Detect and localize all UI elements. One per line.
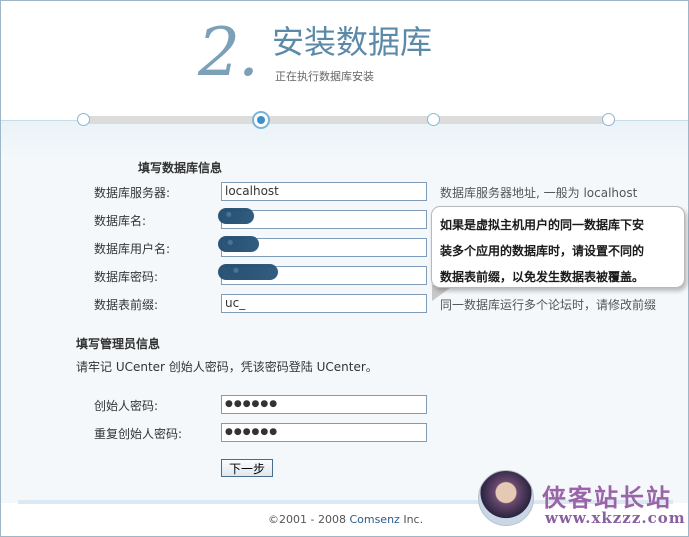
tooltip-line: 数据表前缀，以免发生数据表被覆盖。 [440,270,645,284]
copyright-brand: Comsenz [349,513,400,526]
copyright: ©2001 - 2008 Comsenz Inc. [268,513,423,526]
step-1-indicator [77,113,90,126]
copyright-suffix: Inc. [399,513,424,526]
confirm-password-label: 重复创始人密码: [94,427,183,441]
redaction-mark [218,208,254,224]
tooltip-line: 装多个应用的数据库时，请设置不同的 [440,244,645,258]
redaction-mark [218,236,259,252]
table-prefix-hint: 同一数据库运行多个论坛时，请修改前缀 [440,298,657,312]
table-prefix-tooltip: 如果是虚拟主机用户的同一数据库下安 装多个应用的数据库时，请设置不同的 数据表前… [431,206,685,288]
tooltip-line: 如果是虚拟主机用户的同一数据库下安 [440,218,645,232]
step-number: 2. [198,14,259,91]
step-4-indicator [602,113,615,126]
redaction-mark [218,264,278,280]
db-server-hint: 数据库服务器地址, 一般为 localhost [440,186,638,200]
db-server-label: 数据库服务器: [94,186,171,200]
table-prefix-label: 数据表前缀: [94,298,159,312]
step-2-indicator-active [252,111,270,129]
next-step-button[interactable]: 下一步 [221,459,273,477]
db-server-input[interactable]: localhost [221,182,427,201]
watermark-logo [478,470,534,526]
db-name-label: 数据库名: [94,214,147,228]
step-3-indicator [427,113,440,126]
copyright-prefix: ©2001 - 2008 [268,513,350,526]
admin-note: 请牢记 UCenter 创始人密码，凭该密码登陆 UCenter。 [76,360,378,374]
watermark-title: 侠客站长站 [542,483,672,512]
table-prefix-input[interactable]: uc_ [221,294,427,313]
watermark-url: www.xkzzz.com [545,509,686,527]
db-password-label: 数据库密码: [94,270,159,284]
founder-password-input[interactable]: ●●●●●● [221,395,427,414]
admin-section-title: 填写管理员信息 [76,337,161,351]
page-title: 安装数据库 [272,23,433,61]
founder-password-label: 创始人密码: [94,399,159,413]
db-section-title: 填写数据库信息 [138,161,223,175]
db-user-label: 数据库用户名: [94,242,171,256]
page-subtitle: 正在执行数据库安装 [275,70,374,83]
progress-track [82,116,610,124]
confirm-password-input[interactable]: ●●●●●● [221,423,427,442]
